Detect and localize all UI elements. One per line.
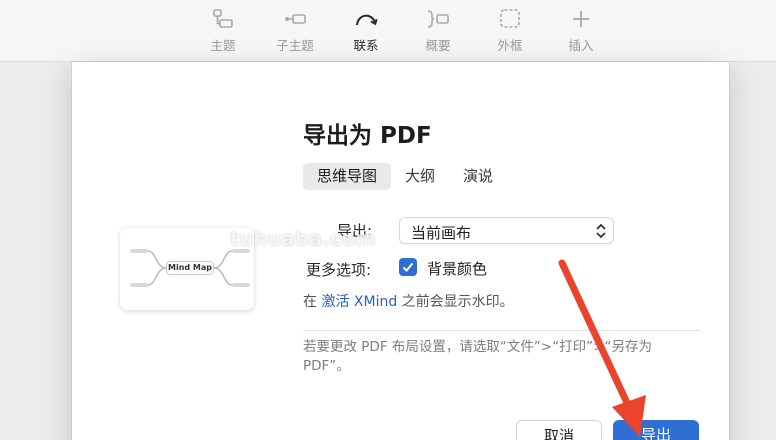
- background-color-checkbox[interactable]: [399, 258, 417, 276]
- toolbar-item-topic[interactable]: 主题: [193, 8, 253, 54]
- toolbar-item-summary[interactable]: 概要: [408, 8, 468, 54]
- tab-mind-map[interactable]: 思维导图: [303, 163, 392, 190]
- central-topic-label: Mind Map: [166, 261, 214, 275]
- toolbar-item-label: 概要: [425, 38, 451, 53]
- toolbar-item-relationship[interactable]: 联系: [336, 8, 396, 54]
- watermark-note-suffix: 之前会显示水印。: [397, 294, 514, 310]
- watermark-note: 在 激活 XMind 之前会显示水印。: [303, 291, 514, 311]
- checkmark-icon: [402, 262, 414, 272]
- activate-xmind-link[interactable]: 激活 XMind: [321, 294, 397, 310]
- boundary-icon: [500, 9, 520, 28]
- updown-chevron-icon: [596, 223, 606, 239]
- subtopic-icon: [285, 14, 306, 24]
- watermark-note-prefix: 在: [303, 294, 322, 310]
- toolbar-item-insert[interactable]: 插入: [551, 8, 611, 54]
- background-color-label[interactable]: 背景颜色: [427, 258, 487, 279]
- tab-pitch[interactable]: 演说: [449, 163, 507, 190]
- export-scope-value: 当前画布: [411, 224, 472, 242]
- summary-icon: [427, 10, 449, 28]
- export-type-segmented-control: 思维导图 大纲 演说: [303, 163, 507, 190]
- export-scope-select[interactable]: 当前画布: [399, 217, 614, 244]
- toolbar-item-label: 插入: [568, 38, 594, 53]
- toolbar-item-label: 主题: [210, 38, 236, 53]
- red-arrow-annotation: [558, 259, 646, 437]
- toolbar: 主题 子主题 联系 概要 外框 插入: [0, 0, 776, 62]
- topic-icon: [213, 9, 233, 28]
- site-watermark: tuhuaba.com: [230, 228, 376, 250]
- toolbar-item-boundary[interactable]: 外框: [480, 8, 540, 54]
- more-options-label: 更多选项:: [306, 261, 372, 279]
- toolbar-item-label: 子主题: [276, 38, 314, 53]
- dialog-title: 导出为 PDF: [303, 123, 432, 149]
- toolbar-item-subtopic[interactable]: 子主题: [265, 8, 325, 54]
- toolbar-item-label: 外框: [497, 38, 523, 53]
- toolbar-item-label: 联系: [353, 38, 379, 53]
- relationship-icon: [356, 14, 378, 26]
- plus-icon: [573, 11, 589, 27]
- tab-outline[interactable]: 大纲: [391, 163, 449, 190]
